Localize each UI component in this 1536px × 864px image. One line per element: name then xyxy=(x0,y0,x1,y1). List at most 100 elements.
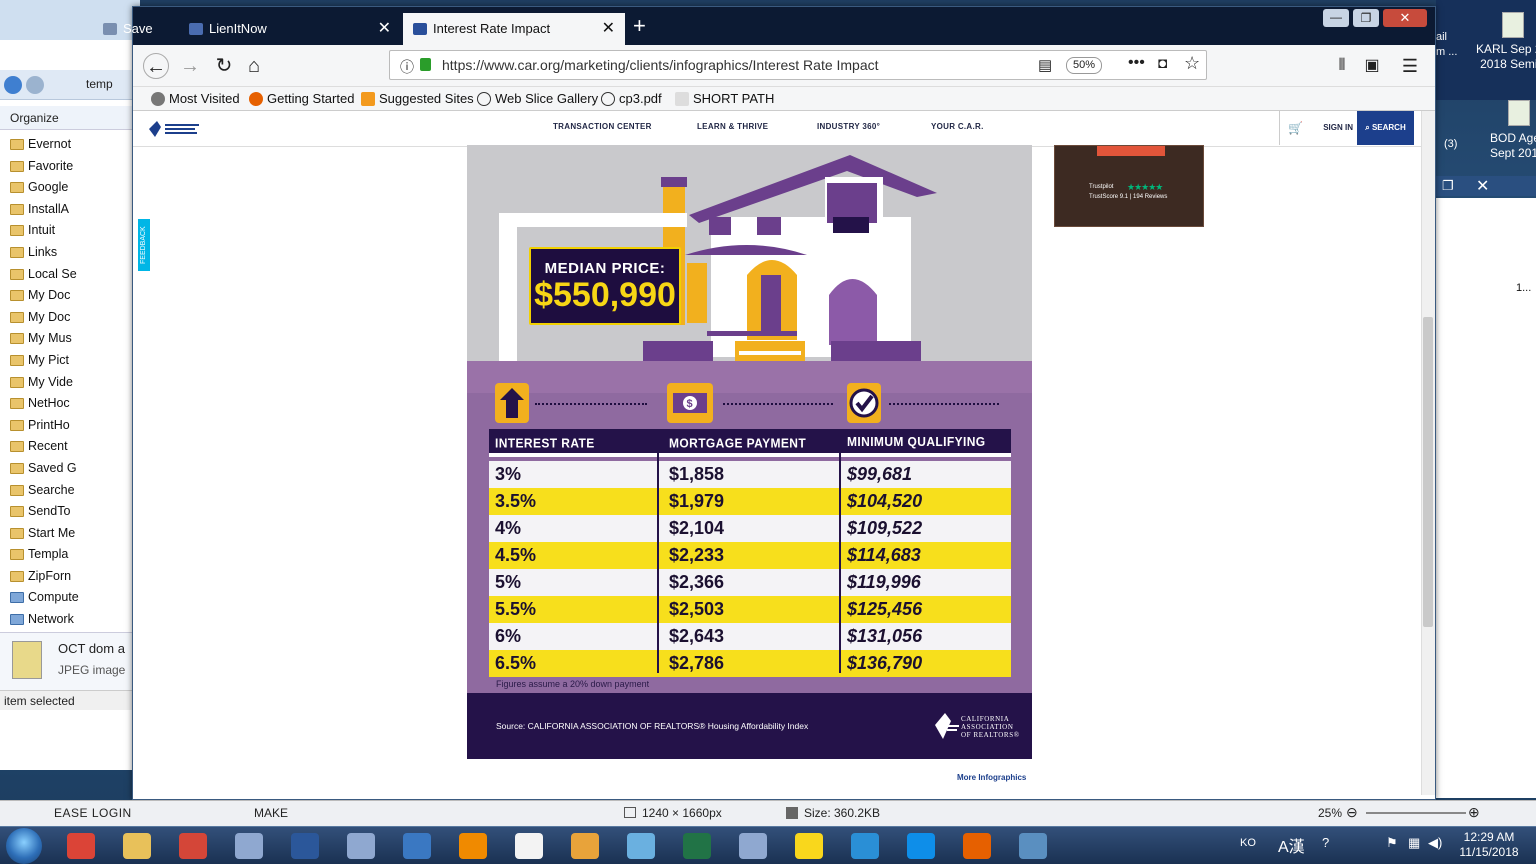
taskbar-app-outlook[interactable] xyxy=(562,830,608,862)
tree-item[interactable]: My Mus xyxy=(0,328,130,350)
tree-item[interactable]: My Doc xyxy=(0,307,130,329)
close-window-button[interactable]: ✕ xyxy=(1383,9,1427,27)
zoom-indicator[interactable]: 50% xyxy=(1066,57,1102,74)
tree-item[interactable]: My Pict xyxy=(0,350,130,372)
reload-button[interactable]: ↻ xyxy=(211,53,237,79)
library-icon[interactable]: ⫴ xyxy=(1329,53,1355,79)
volume-icon[interactable]: ◀) xyxy=(1428,835,1442,851)
tab-interest-rate-impact[interactable]: Interest Rate Impact ✕ xyxy=(403,13,625,45)
taskbar-app-grid[interactable] xyxy=(506,830,552,862)
tree-item[interactable]: NetHoc xyxy=(0,393,130,415)
close-icon[interactable]: ✕ xyxy=(1476,176,1489,196)
more-infographics-link[interactable]: More Infographics xyxy=(957,773,1026,782)
advertisement[interactable]: Trustpilot ★★★★★ TrustScore 9.1 | 194 Re… xyxy=(1054,145,1204,227)
tree-item[interactable]: Network xyxy=(0,609,130,631)
zoom-out-icon[interactable]: ⊖ xyxy=(1346,804,1358,821)
taskbar-app-teamviewer[interactable] xyxy=(898,830,944,862)
taskbar-app-gmail[interactable] xyxy=(170,830,216,862)
minimize-button[interactable]: — xyxy=(1323,9,1349,27)
home-button[interactable]: ⌂ xyxy=(241,53,267,79)
desktop-item-bod[interactable]: BOD Age Sept 201 xyxy=(1490,131,1536,161)
new-tab-button[interactable]: + xyxy=(633,13,646,39)
tab-save[interactable]: Save xyxy=(93,13,177,45)
url-bar[interactable]: ⓘ https://www.car.org/marketing/clients/… xyxy=(389,50,1207,80)
url-text[interactable]: https://www.car.org/marketing/clients/in… xyxy=(442,51,879,79)
scrollbar-thumb[interactable] xyxy=(1423,317,1433,627)
close-tab-icon[interactable]: ✕ xyxy=(378,13,391,45)
close-tab-icon[interactable]: ✕ xyxy=(602,13,615,45)
ime-icon[interactable]: A漢 xyxy=(1278,833,1305,857)
taskbar-app-firefox[interactable] xyxy=(954,830,1000,862)
tree-item[interactable]: My Doc xyxy=(0,285,130,307)
tree-item[interactable]: Intuit xyxy=(0,220,130,242)
tree-item[interactable]: SendTo xyxy=(0,501,130,523)
help-icon[interactable]: ? xyxy=(1322,835,1329,850)
back-icon[interactable] xyxy=(4,76,22,94)
maximize-button[interactable]: ❐ xyxy=(1353,9,1379,27)
forward-icon[interactable] xyxy=(26,76,44,94)
taskbar-app-pro[interactable] xyxy=(338,830,384,862)
bookmark-web-slice[interactable]: Web Slice Gallery xyxy=(477,87,598,111)
car-logo[interactable] xyxy=(147,119,201,139)
bookmark-getting-started[interactable]: Getting Started xyxy=(249,87,354,111)
language-indicator[interactable]: KO xyxy=(1240,837,1256,849)
tab-lienitnow[interactable]: LienItNow ✕ xyxy=(179,13,401,45)
taskbar-app-excel[interactable] xyxy=(674,830,720,862)
network-icon[interactable]: ▦ xyxy=(1408,835,1420,851)
bookmark-cp3[interactable]: cp3.pdf xyxy=(601,87,662,111)
taskbar-app-word[interactable] xyxy=(282,830,328,862)
forward-button[interactable]: → xyxy=(177,53,203,79)
taskbar-app-ie[interactable] xyxy=(842,830,888,862)
tree-item[interactable]: Links xyxy=(0,242,130,264)
reader-view-icon[interactable]: ▤ xyxy=(1038,56,1052,74)
search-button[interactable]: ⌕ SEARCH xyxy=(1357,111,1414,145)
taskbar-app-globe[interactable] xyxy=(394,830,440,862)
desktop-item-karl[interactable]: KARL Sep 2 2018 Semi xyxy=(1476,42,1536,72)
sign-in-button[interactable]: SIGN IN xyxy=(1279,111,1357,145)
restore-icon[interactable]: ❐ xyxy=(1442,178,1454,194)
tree-item[interactable]: ZipForn xyxy=(0,566,130,588)
flag-icon[interactable]: ⚑ xyxy=(1386,835,1398,851)
tree-item[interactable]: Favorite xyxy=(0,156,130,178)
menu-transaction-center[interactable]: TRANSACTION CENTER xyxy=(553,122,652,131)
bookmark-most-visited[interactable]: Most Visited xyxy=(151,87,240,111)
system-clock[interactable]: 12:29 AM 11/15/2018 xyxy=(1446,830,1532,860)
taskbar-app-pro[interactable] xyxy=(730,830,776,862)
bookmark-short-path[interactable]: SHORT PATH xyxy=(675,87,774,111)
taskbar-app-paint[interactable] xyxy=(618,830,664,862)
taskbar-app-photo[interactable] xyxy=(1010,830,1056,862)
tree-item[interactable]: Templa xyxy=(0,544,130,566)
pocket-icon[interactable]: ◘ xyxy=(1158,55,1167,72)
start-button[interactable] xyxy=(6,828,42,864)
menu-icon[interactable]: ☰ xyxy=(1397,53,1423,79)
feedback-tab[interactable]: FEEDBACK xyxy=(138,219,150,271)
document-icon[interactable] xyxy=(1508,100,1530,126)
tree-item[interactable]: Google xyxy=(0,177,130,199)
page-actions-icon[interactable]: ••• xyxy=(1128,54,1145,72)
document-icon[interactable] xyxy=(1502,12,1524,38)
tree-item[interactable]: Start Me xyxy=(0,523,130,545)
taskbar-app-chrome[interactable] xyxy=(58,830,104,862)
back-button[interactable]: ← xyxy=(143,53,169,79)
tree-item[interactable]: Searche xyxy=(0,480,130,502)
info-icon[interactable]: ⓘ xyxy=(400,57,414,77)
tree-item[interactable]: Saved G xyxy=(0,458,130,480)
tree-item[interactable]: InstallA xyxy=(0,199,130,221)
tree-item[interactable]: Local Se xyxy=(0,264,130,286)
bookmark-suggested-sites[interactable]: Suggested Sites xyxy=(361,87,474,111)
explorer-address-bar[interactable]: temp xyxy=(0,70,140,100)
ad-learn-more-button[interactable] xyxy=(1097,146,1165,156)
taskbar-app-talk[interactable] xyxy=(786,830,832,862)
taskbar-app-pro[interactable] xyxy=(226,830,272,862)
tree-item[interactable]: My Vide xyxy=(0,372,130,394)
taskbar-app-vlc[interactable] xyxy=(450,830,496,862)
tree-item[interactable]: Compute xyxy=(0,587,130,609)
bookmark-star-icon[interactable]: ☆ xyxy=(1184,53,1200,74)
tree-item[interactable]: Recent xyxy=(0,436,130,458)
zoom-in-icon[interactable]: ⊕ xyxy=(1468,804,1480,821)
zoom-slider[interactable] xyxy=(1366,812,1466,814)
menu-industry-360[interactable]: INDUSTRY 360° xyxy=(817,122,880,131)
tree-item[interactable]: PrintHo xyxy=(0,415,130,437)
taskbar-app-folder[interactable] xyxy=(114,830,160,862)
sidebar-icon[interactable]: ▣ xyxy=(1359,53,1385,79)
